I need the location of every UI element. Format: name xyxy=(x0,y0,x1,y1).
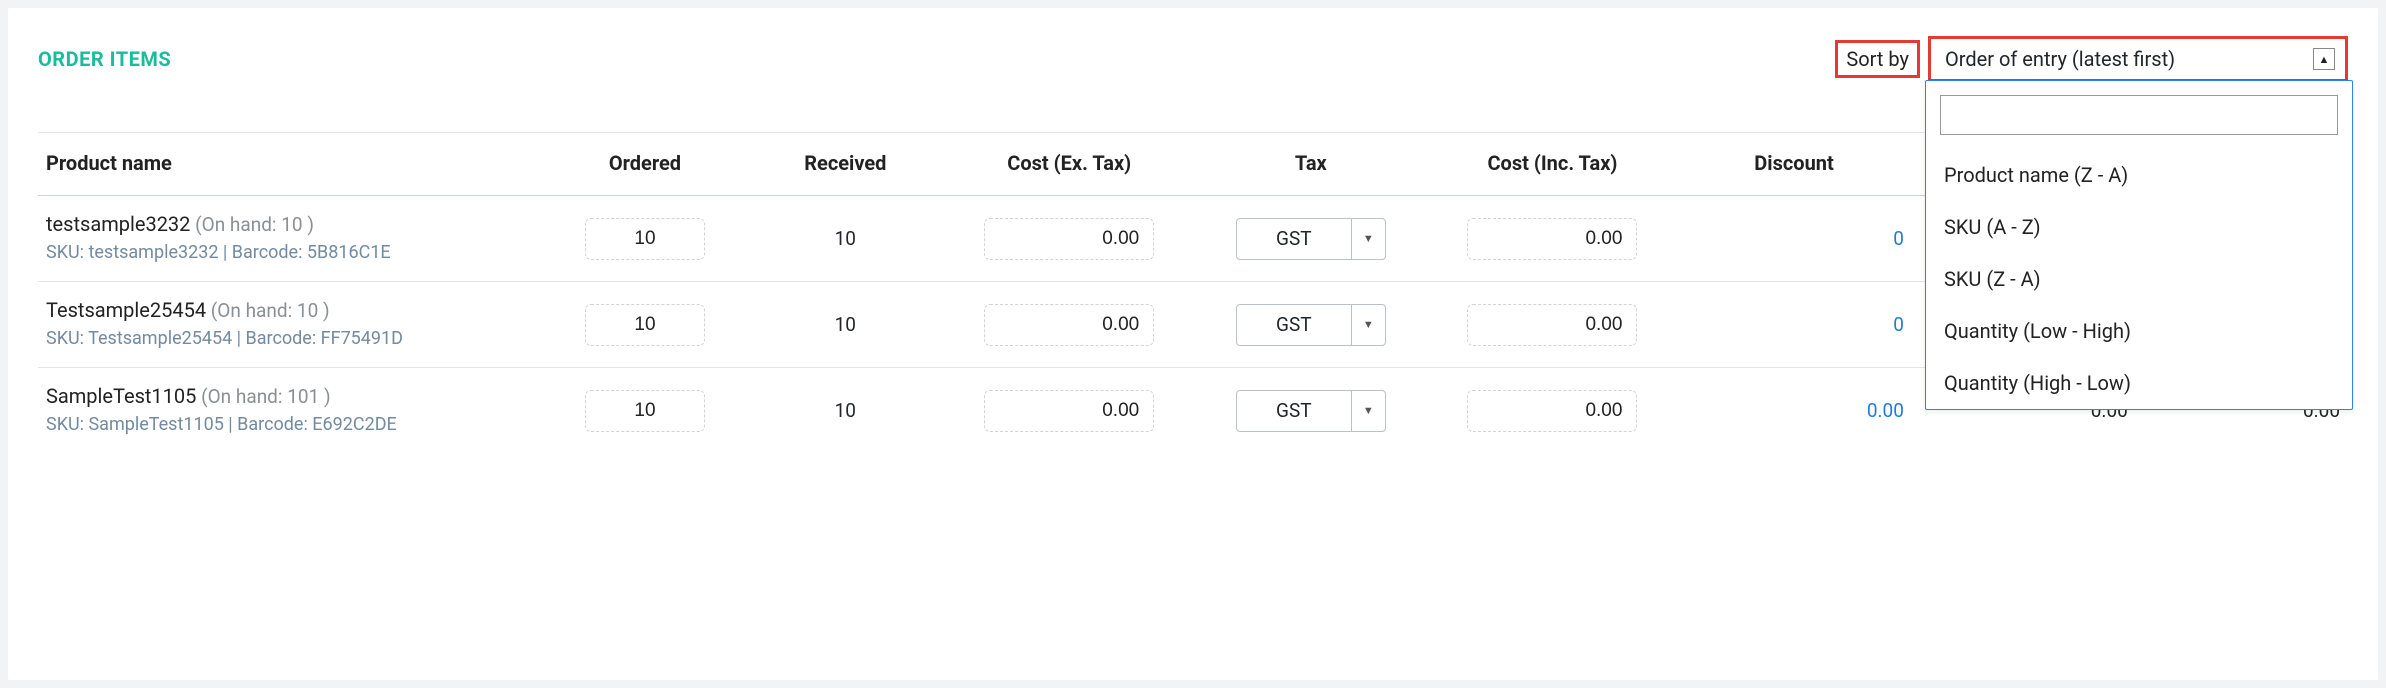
cell-product: SampleTest1105 (On hand: 101 ) SKU: Samp… xyxy=(38,368,545,454)
on-hand-text: (On hand: 10 ) xyxy=(195,213,314,236)
tax-select-value: GST xyxy=(1237,305,1351,345)
sort-option[interactable]: Quantity (High - Low) xyxy=(1926,357,2346,409)
section-title: ORDER ITEMS xyxy=(38,47,171,71)
ordered-input[interactable] xyxy=(585,304,705,346)
discount-value[interactable]: 0.00 xyxy=(1867,399,1904,422)
on-hand-text: (On hand: 10 ) xyxy=(211,299,330,322)
col-received: Received xyxy=(745,133,945,196)
order-items-panel: ORDER ITEMS Sort by Order of entry (late… xyxy=(8,8,2378,680)
tax-select-value: GST xyxy=(1237,391,1351,431)
ordered-input[interactable] xyxy=(585,218,705,260)
sort-selected-text: Order of entry (latest first) xyxy=(1945,47,2175,71)
chevron-down-icon[interactable]: ▼ xyxy=(1351,219,1385,259)
chevron-down-icon[interactable]: ▼ xyxy=(1351,305,1385,345)
cost-ex-input[interactable] xyxy=(984,390,1154,432)
sort-selected-display[interactable]: Order of entry (latest first) ▲ xyxy=(1928,36,2348,82)
col-cost-inc: Cost (Inc. Tax) xyxy=(1429,133,1677,196)
cost-ex-input[interactable] xyxy=(984,304,1154,346)
sort-control: Sort by Order of entry (latest first) ▲ … xyxy=(1835,36,2348,82)
cost-inc-input[interactable] xyxy=(1467,390,1637,432)
sku-barcode-line: SKU: SampleTest1105 | Barcode: E692C2DE xyxy=(46,412,537,437)
panel-header: ORDER ITEMS Sort by Order of entry (late… xyxy=(38,36,2348,82)
col-discount: Discount xyxy=(1676,133,1912,196)
sort-dropdown: Product name (Z - A) SKU (A - Z) SKU (Z … xyxy=(1925,80,2353,410)
sort-option[interactable]: Product name (Z - A) xyxy=(1926,149,2346,201)
cell-product: Testsample25454 (On hand: 10 ) SKU: Test… xyxy=(38,282,545,368)
received-value: 10 xyxy=(835,227,856,250)
product-name: testsample3232 xyxy=(46,212,190,236)
sku-barcode-line: SKU: testsample3232 | Barcode: 5B816C1E xyxy=(46,240,537,265)
sort-option[interactable]: Quantity (Low - High) xyxy=(1926,305,2346,357)
sort-option[interactable]: SKU (A - Z) xyxy=(1926,201,2346,253)
discount-value[interactable]: 0 xyxy=(1893,227,1904,250)
cost-inc-input[interactable] xyxy=(1467,304,1637,346)
received-value: 10 xyxy=(835,313,856,336)
product-name: SampleTest1105 xyxy=(46,384,196,408)
caret-up-icon[interactable]: ▲ xyxy=(2313,48,2335,70)
cost-inc-input[interactable] xyxy=(1467,218,1637,260)
cost-ex-input[interactable] xyxy=(984,218,1154,260)
on-hand-text: (On hand: 101 ) xyxy=(201,385,330,408)
col-ordered: Ordered xyxy=(545,133,745,196)
col-tax: Tax xyxy=(1193,133,1429,196)
discount-value[interactable]: 0 xyxy=(1893,313,1904,336)
col-product-name: Product name xyxy=(38,133,545,196)
ordered-input[interactable] xyxy=(585,390,705,432)
sku-barcode-line: SKU: Testsample25454 | Barcode: FF75491D xyxy=(46,326,537,351)
tax-select[interactable]: GST ▼ xyxy=(1236,304,1386,346)
tax-select[interactable]: GST ▼ xyxy=(1236,390,1386,432)
cell-product: testsample3232 (On hand: 10 ) SKU: tests… xyxy=(38,196,545,282)
tax-select[interactable]: GST ▼ xyxy=(1236,218,1386,260)
sort-option-list: Product name (Z - A) SKU (A - Z) SKU (Z … xyxy=(1926,149,2352,409)
col-cost-ex: Cost (Ex. Tax) xyxy=(945,133,1193,196)
chevron-down-icon[interactable]: ▼ xyxy=(1351,391,1385,431)
sort-search-input[interactable] xyxy=(1940,95,2338,135)
sort-option[interactable]: SKU (Z - A) xyxy=(1926,253,2346,305)
sort-combobox[interactable]: Order of entry (latest first) ▲ Product … xyxy=(1928,36,2348,82)
received-value: 10 xyxy=(835,399,856,422)
tax-select-value: GST xyxy=(1237,219,1351,259)
sort-by-label: Sort by xyxy=(1835,40,1920,78)
product-name: Testsample25454 xyxy=(46,298,206,322)
